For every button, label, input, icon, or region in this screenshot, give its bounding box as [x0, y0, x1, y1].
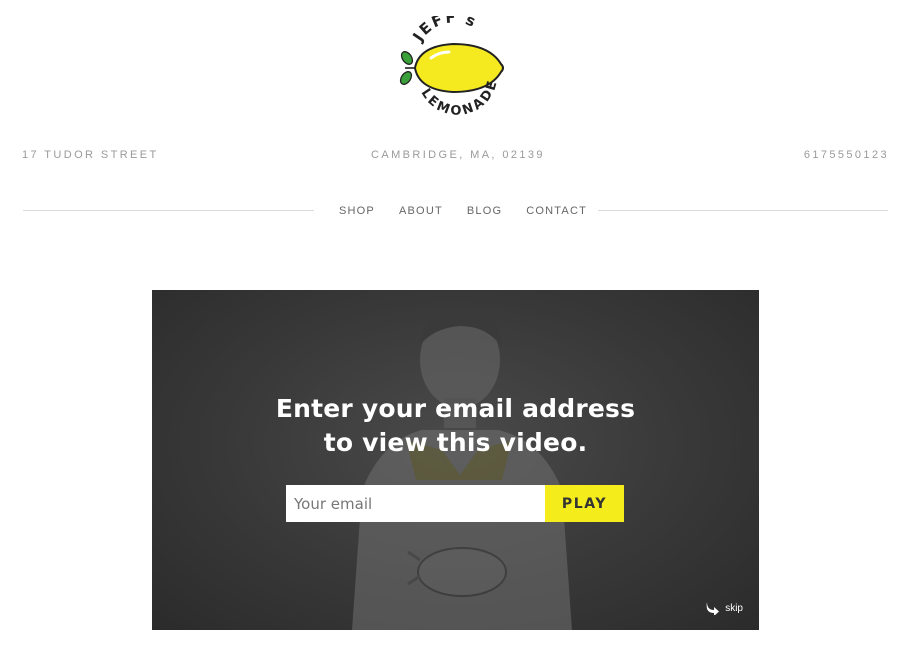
video-poster-image	[352, 308, 572, 630]
leaf-icon	[399, 51, 415, 85]
main-nav: SHOP ABOUT BLOG CONTACT	[339, 205, 587, 217]
video-gate-heading: Enter your email address to view this vi…	[152, 392, 759, 460]
skip-arrow-icon	[706, 602, 720, 615]
skip-label: skip	[725, 602, 743, 614]
nav-item-blog[interactable]: BLOG	[467, 205, 502, 217]
email-gate-form: PLAY	[286, 485, 624, 522]
jeffs-lemonade-logo[interactable]: JEFF's LEMONADE	[393, 16, 515, 122]
email-input[interactable]	[286, 485, 545, 522]
svg-text:JEFF's: JEFF's	[409, 16, 481, 45]
logo-top-text: JEFF's	[409, 16, 479, 45]
address-text: 17 TUDOR STREET	[22, 149, 159, 161]
heading-line-2: to view this video.	[323, 428, 588, 457]
city-text: CAMBRIDGE, MA, 02139	[371, 149, 545, 161]
play-button[interactable]: PLAY	[545, 485, 624, 522]
nav-divider-right	[598, 210, 888, 211]
nav-item-about[interactable]: ABOUT	[399, 205, 443, 217]
phone-text[interactable]: 6175550123	[804, 149, 889, 161]
nav-item-shop[interactable]: SHOP	[339, 205, 375, 217]
skip-button[interactable]: skip	[705, 601, 743, 615]
video-player[interactable]: Enter your email address to view this vi…	[152, 290, 759, 630]
nav-divider-left	[23, 210, 314, 211]
nav-item-contact[interactable]: CONTACT	[526, 205, 587, 217]
heading-line-1: Enter your email address	[275, 394, 636, 423]
